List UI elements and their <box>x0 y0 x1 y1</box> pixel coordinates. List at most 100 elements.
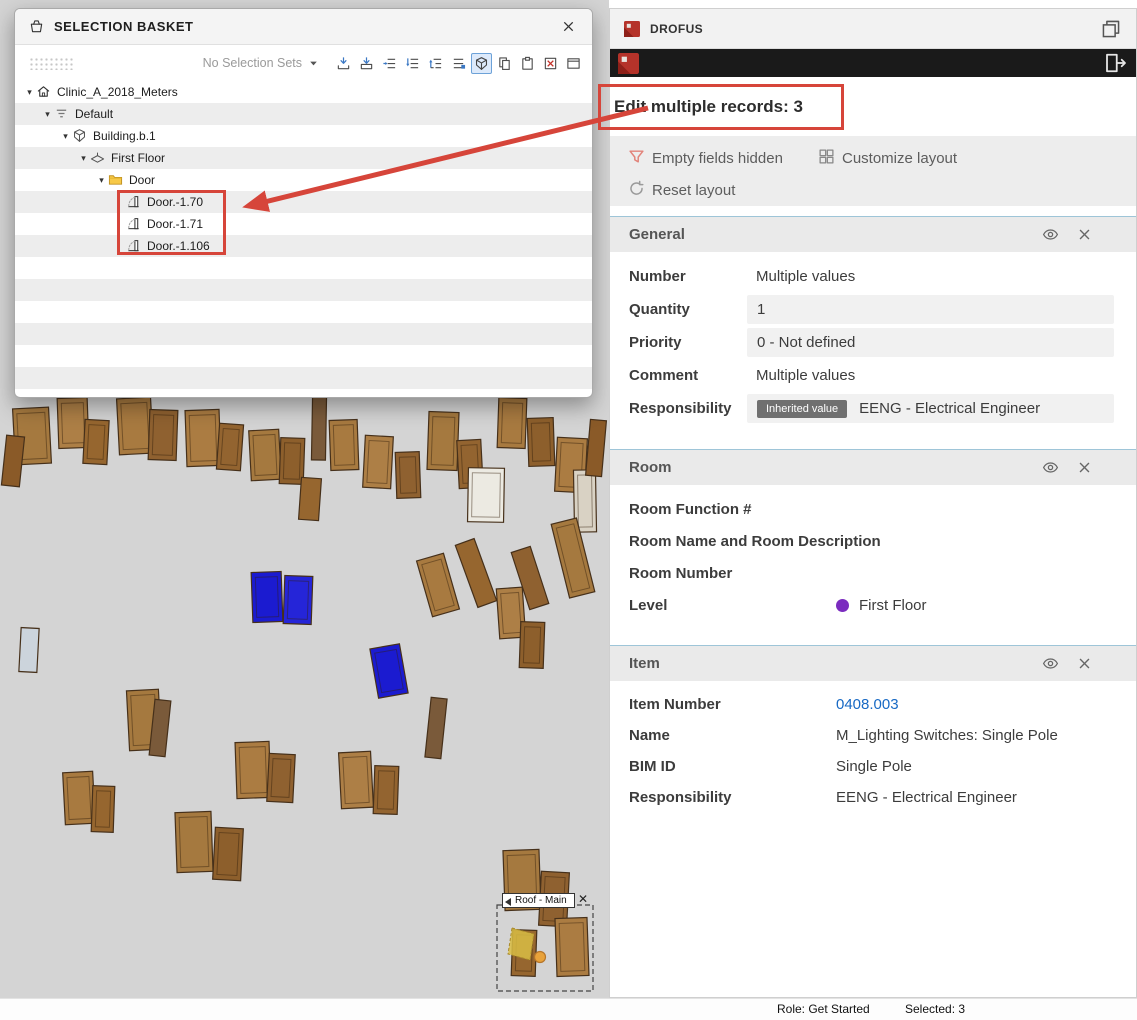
section-body-general: NumberMultiple valuesQuantity1Priority0 … <box>610 252 1136 439</box>
field-row-responsibility: ResponsibilityInherited valueEENG - Elec… <box>629 392 1114 425</box>
field-value: EENG - Electrical Engineer <box>859 400 1040 417</box>
collapse-triangle-icon[interactable]: ▾ <box>23 87 36 98</box>
eye-icon[interactable] <box>1038 224 1062 246</box>
inherited-value-badge: Inherited value <box>757 400 847 418</box>
paste-icon[interactable] <box>517 53 538 74</box>
status-selected: Selected: 3 <box>905 999 965 1020</box>
empty-fields-hidden-button[interactable]: Empty fields hidden <box>628 148 783 169</box>
selection-sets-label: No Selection Sets <box>203 56 302 70</box>
tree-row[interactable]: Door.-1.71 <box>15 213 592 235</box>
field-label: Number <box>629 268 756 285</box>
field-value-link[interactable]: 0408.003 <box>836 696 899 713</box>
drofus-logo-icon <box>624 21 640 37</box>
field-label: Room Name and Room Description <box>629 533 881 550</box>
close-section-icon[interactable] <box>1072 653 1096 675</box>
flat-list-icon[interactable] <box>448 53 469 74</box>
save-selection-icon[interactable] <box>333 53 354 74</box>
chevron-down-icon <box>306 56 321 71</box>
set-icon <box>54 106 71 122</box>
close-icon[interactable] <box>558 17 578 37</box>
close-section-icon[interactable] <box>1072 224 1096 246</box>
field-row-quantity: Quantity1 <box>629 293 1114 326</box>
drofus-logo-icon <box>618 53 639 74</box>
section-title: General <box>629 226 1028 243</box>
toolbar-button-label: Empty fields hidden <box>652 150 783 167</box>
tree-item-label: Door <box>129 173 155 187</box>
priority-input[interactable]: 0 - Not defined <box>747 328 1114 357</box>
layout-grid-icon <box>818 148 835 169</box>
selection-basket-titlebar[interactable]: SELECTION BASKET <box>15 9 592 45</box>
tree-row[interactable]: ▾ Default <box>15 103 592 125</box>
field-row-level: LevelFirst Floor <box>629 589 1114 621</box>
section-body-item: Item Number0408.003NameM_Lighting Switch… <box>610 681 1136 827</box>
tree-item-label: Door.-1.71 <box>147 217 203 231</box>
reset-icon <box>628 180 645 201</box>
toolbar-button-label: Customize layout <box>842 150 957 167</box>
tree-row-empty <box>15 301 592 323</box>
field-row-bim-id: BIM IDSingle Pole <box>629 751 1114 782</box>
field-label: Priority <box>629 334 756 351</box>
copy-icon[interactable] <box>494 53 515 74</box>
close-section-icon[interactable] <box>1072 457 1096 479</box>
drag-grip[interactable] <box>29 57 73 70</box>
toolbar-button-label: Reset layout <box>652 182 735 199</box>
section-item: ItemItem Number0408.003NameM_Lighting Sw… <box>610 645 1136 827</box>
tree-row[interactable]: ▾First Floor <box>15 147 592 169</box>
field-value: Multiple values <box>756 367 855 384</box>
tree-item-label: Door.-1.70 <box>147 195 203 209</box>
reset-layout-button[interactable]: Reset layout <box>628 180 735 201</box>
customize-layout-button[interactable]: Customize layout <box>818 148 957 169</box>
folder-icon <box>108 172 125 188</box>
show-3d-icon[interactable] <box>471 53 492 74</box>
eye-icon[interactable] <box>1038 653 1062 675</box>
field-value: Single Pole <box>836 758 912 775</box>
window-title: SELECTION BASKET <box>54 19 193 34</box>
group-by-category-icon[interactable] <box>425 53 446 74</box>
filter-icon <box>628 148 645 169</box>
tree-row[interactable]: ▾Clinic_A_2018_Meters <box>15 81 592 103</box>
selection-basket-tree: ▾Clinic_A_2018_Meters▾Default▾Building.b… <box>15 81 592 389</box>
edit-records-heading: Edit multiple records: 3 <box>614 97 803 117</box>
door-icon <box>126 216 143 232</box>
field-label: Quantity <box>629 301 756 318</box>
field-value: First Floor <box>859 597 927 614</box>
field-row-name: NameM_Lighting Switches: Single Pole <box>629 720 1114 751</box>
tree-row-empty <box>15 257 592 279</box>
tree-row[interactable]: Door.-1.70 <box>15 191 592 213</box>
field-value: Multiple values <box>756 268 855 285</box>
eye-icon[interactable] <box>1038 457 1062 479</box>
dock-icon[interactable] <box>563 53 584 74</box>
field-label: Name <box>629 727 836 744</box>
tree-row[interactable]: ▾Building.b.1 <box>15 125 592 147</box>
logout-icon[interactable] <box>1104 52 1128 74</box>
collapse-triangle-icon[interactable]: ▾ <box>77 153 90 164</box>
group-by-level-icon[interactable] <box>402 53 423 74</box>
section-title: Room <box>629 459 1028 476</box>
collapse-triangle-icon[interactable]: ▾ <box>95 175 108 186</box>
section-header-item[interactable]: Item <box>610 645 1136 681</box>
collapse-triangle-icon[interactable]: ▾ <box>59 131 72 142</box>
clear-basket-icon[interactable] <box>540 53 561 74</box>
collapse-triangle-icon[interactable]: ▾ <box>41 109 54 120</box>
drofus-titlebar[interactable]: DROFUS <box>610 9 1136 49</box>
field-label: Comment <box>629 367 756 384</box>
tree-row-empty <box>15 279 592 301</box>
responsibility-input[interactable]: Inherited value EENG - Electrical Enginee… <box>747 394 1114 423</box>
load-selection-icon[interactable] <box>356 53 377 74</box>
tree-item-label: Default <box>75 107 113 121</box>
selection-sets-dropdown[interactable]: No Selection Sets <box>203 56 321 71</box>
quantity-input[interactable]: 1 <box>747 295 1114 324</box>
group-by-set-icon[interactable] <box>379 53 400 74</box>
float-window-icon[interactable] <box>1100 18 1122 40</box>
tree-row-empty <box>15 323 592 345</box>
section-marker-label[interactable]: Roof - Main <box>502 893 575 908</box>
field-row-number: NumberMultiple values <box>629 260 1114 293</box>
drofus-toolbar: Empty fields hidden Customize layout Reset… <box>610 136 1136 206</box>
door-icon <box>126 238 143 254</box>
section-header-general[interactable]: General <box>610 216 1136 252</box>
section-header-room[interactable]: Room <box>610 449 1136 485</box>
tree-row[interactable]: ▾ Door <box>15 169 592 191</box>
level-color-dot <box>836 599 849 612</box>
section-close-icon[interactable]: ✕ <box>578 892 588 906</box>
tree-row[interactable]: Door.-1.106 <box>15 235 592 257</box>
